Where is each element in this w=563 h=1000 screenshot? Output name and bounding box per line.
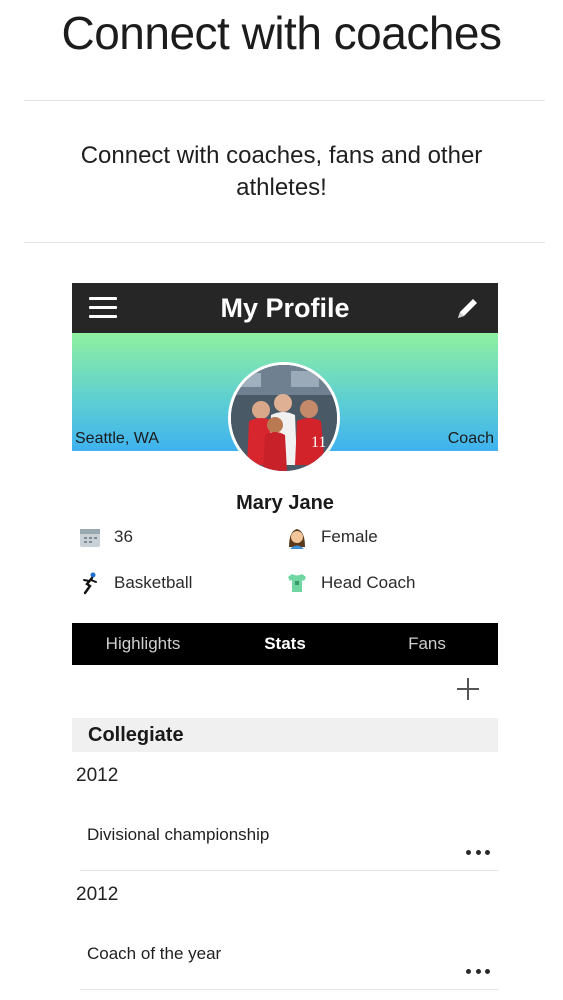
section-header-collegiate: Collegiate xyxy=(72,718,498,752)
age-value: 36 xyxy=(114,527,133,546)
hamburger-menu-icon[interactable] xyxy=(89,297,117,319)
sport-info: Basketball xyxy=(78,571,192,595)
tab-stats[interactable]: Stats xyxy=(214,634,356,654)
award-year: 2012 xyxy=(76,884,119,905)
position-info: Head Coach xyxy=(285,571,416,595)
role-label: Coach xyxy=(447,430,494,447)
divider xyxy=(24,100,545,101)
jersey-icon xyxy=(288,574,306,592)
gender-info: Female xyxy=(285,525,378,549)
divider xyxy=(80,870,498,871)
plus-icon[interactable] xyxy=(454,675,482,703)
age-info: 36 xyxy=(78,525,133,549)
calendar-icon xyxy=(80,529,100,547)
avatar-photo: 11 xyxy=(231,365,337,471)
hero-subtitle: Connect with coaches, fans and other ath… xyxy=(80,142,483,201)
svg-text:11: 11 xyxy=(311,434,326,451)
sport-value: Basketball xyxy=(114,573,193,592)
position-value: Head Coach xyxy=(321,573,416,592)
location-label: Seattle, WA xyxy=(75,430,159,447)
runner-icon xyxy=(83,572,97,595)
page-title: My Profile xyxy=(220,292,350,323)
navbar: My Profile xyxy=(72,283,498,333)
more-options-icon[interactable] xyxy=(466,850,490,858)
pencil-icon[interactable] xyxy=(454,294,482,322)
award-year: 2012 xyxy=(76,765,119,786)
hero-title: Connect with coaches xyxy=(61,7,502,59)
award-title[interactable]: Coach of the year xyxy=(87,944,221,964)
app-screen: My Profile Seattle, WA Coach 11 Mary Jan… xyxy=(72,283,498,1000)
woman-icon xyxy=(289,529,305,549)
more-options-icon[interactable] xyxy=(466,969,490,977)
award-title[interactable]: Divisional championship xyxy=(87,825,269,845)
tab-fans[interactable]: Fans xyxy=(356,634,498,654)
divider xyxy=(24,242,545,243)
avatar[interactable]: 11 xyxy=(228,362,340,474)
profile-name: Mary Jane xyxy=(236,492,334,514)
gender-value: Female xyxy=(321,527,378,546)
tab-highlights[interactable]: Highlights xyxy=(72,634,214,654)
profile-tabs: Highlights Stats Fans xyxy=(72,623,498,665)
divider xyxy=(80,989,498,990)
